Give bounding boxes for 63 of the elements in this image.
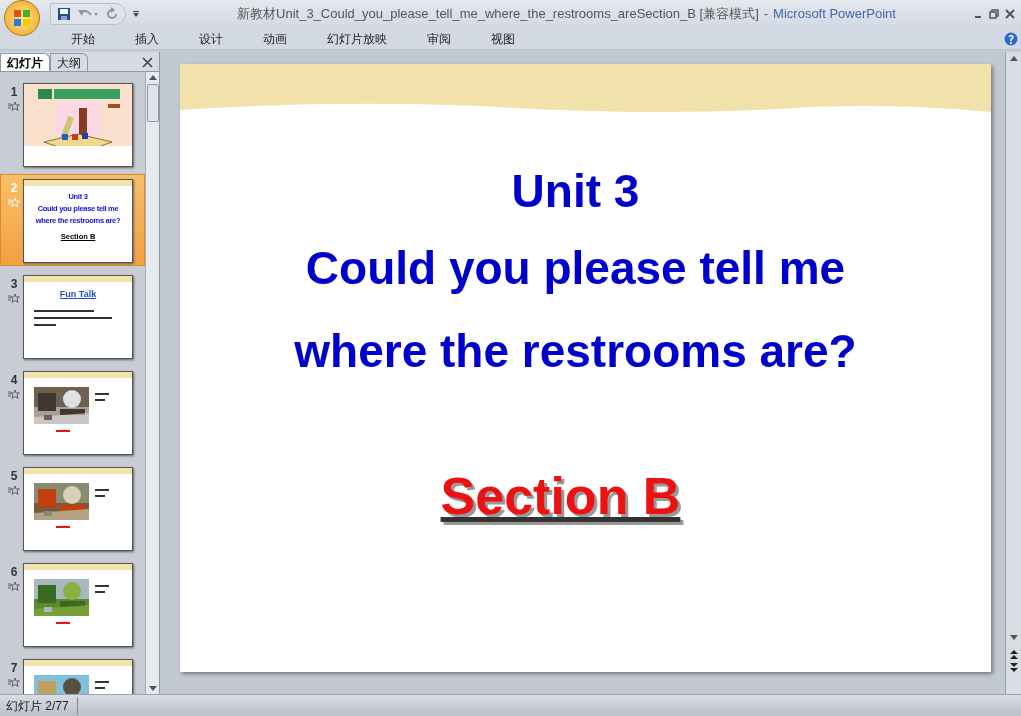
app-name: Microsoft PowerPoint (773, 5, 896, 24)
slide-thumbnail[interactable] (23, 371, 133, 455)
title-separator: - (763, 5, 769, 24)
animation-star-icon (8, 485, 20, 495)
ribbon-tab[interactable]: 幻灯片放映 (314, 28, 400, 49)
scroll-down-icon[interactable] (148, 686, 157, 691)
slide-counter: 幻灯片 2/77 (0, 696, 78, 715)
caption-line-drawing (56, 526, 70, 528)
caption-line-drawing (56, 622, 70, 624)
panel-tab[interactable]: 大纲 (50, 53, 88, 71)
office-logo-icon (13, 9, 31, 27)
ribbon-tab[interactable]: 开始 (58, 28, 108, 49)
slide-number: 3 (10, 276, 18, 293)
slide-row[interactable]: 4 (0, 366, 145, 458)
slide-thumbnail[interactable] (23, 83, 133, 167)
animation-star-icon (8, 101, 20, 111)
ribbon-tab[interactable]: 插入 (122, 28, 172, 49)
animation-star-icon (8, 293, 20, 303)
slide-number: 6 (10, 564, 18, 581)
animation-star-icon (8, 677, 20, 687)
slide-row[interactable]: 5 (0, 462, 145, 554)
window-title: 新教材Unit_3_Could_you_please_tell_me_where_the_restrooms_areSection_B [兼容模式] (237, 5, 759, 24)
scroll-down-icon[interactable] (1009, 635, 1018, 640)
close-icon[interactable] (1005, 9, 1015, 19)
animation-star-icon (8, 389, 20, 399)
scrollbar[interactable] (145, 72, 159, 694)
slide-number: 5 (10, 468, 18, 485)
restore-icon[interactable] (989, 9, 999, 19)
next-slide-icon[interactable] (1009, 663, 1018, 672)
slide-number: 1 (10, 84, 18, 101)
slide-row[interactable]: 1 (0, 78, 145, 170)
ribbon-tab[interactable]: 审阅 (414, 28, 464, 49)
animation-star-icon (8, 581, 20, 591)
scroll-up-icon[interactable] (148, 75, 157, 80)
panel-tab[interactable]: 幻灯片 (0, 53, 50, 71)
section-heading: Section B (440, 467, 681, 525)
previous-slide-icon[interactable] (1009, 650, 1018, 659)
scroll-up-icon[interactable] (1009, 56, 1018, 61)
ribbon-tab[interactable]: 动画 (250, 28, 300, 49)
close-icon[interactable] (142, 57, 153, 68)
ribbon-tab[interactable]: 视图 (478, 28, 528, 49)
save-icon[interactable] (57, 7, 71, 21)
slide-thumbnail[interactable]: Fun Talk (23, 275, 133, 359)
slide-number: 7 (10, 660, 18, 677)
slide-thumbnail[interactable] (23, 467, 133, 551)
help-icon[interactable] (1004, 31, 1018, 46)
customize-dropdown-icon[interactable] (132, 10, 140, 18)
scrollbar[interactable] (1005, 52, 1021, 694)
slide-thumbnail[interactable] (23, 563, 133, 647)
office-button[interactable] (4, 0, 40, 36)
ribbon-tab[interactable]: 设计 (186, 28, 236, 49)
slide-number: 4 (10, 372, 18, 389)
animation-star-icon (8, 197, 20, 207)
thumbnail-heading: Fun Talk (59, 288, 97, 301)
slide-row[interactable]: 3 Fun Talk (0, 270, 145, 362)
caption-line-drawing (56, 430, 70, 432)
slide-subtitle: where the restrooms are? (294, 324, 857, 380)
slide-number: 2 (10, 180, 18, 197)
slide-subtitle: Could you please tell me (305, 241, 846, 297)
slide-title: Unit 3 (511, 164, 640, 219)
slide-row[interactable]: 6 (0, 558, 145, 650)
slide-row[interactable]: 7 (0, 654, 145, 694)
scroll-thumb[interactable] (146, 84, 159, 122)
